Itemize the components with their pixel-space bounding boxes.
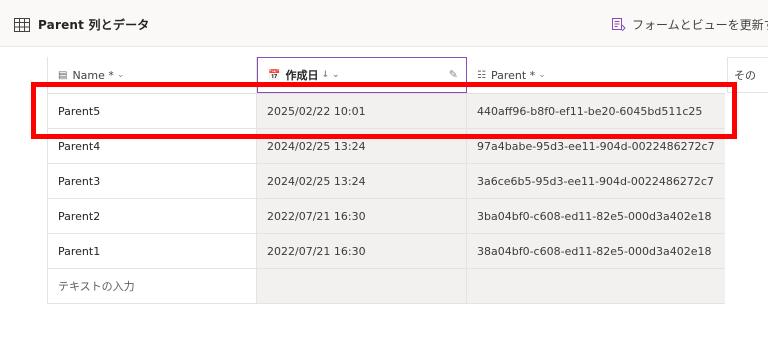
name-cell[interactable]: Parent2 [47, 199, 257, 233]
new-row-parent-cell [467, 269, 725, 303]
column-header-label: Name * [72, 68, 114, 82]
created-cell: 2022/07/21 16:30 [257, 234, 467, 268]
calendar-icon: 📅 [268, 69, 281, 81]
chevron-down-icon: ⌄ [538, 70, 546, 80]
edit-pencil-icon[interactable]: ✎ [449, 68, 458, 81]
table-icon [14, 17, 30, 32]
form-update-icon [612, 18, 626, 31]
name-cell[interactable]: Parent3 [47, 164, 257, 198]
update-forms-views-label: フォームとビューを更新す [632, 18, 768, 32]
parent-cell: 38a04bf0-c608-ed11-82e5-000d3a402e18 [467, 234, 725, 268]
lookup-icon: ☷ [477, 69, 486, 81]
highlight-box [31, 82, 737, 139]
chevron-down-icon: ⌄ [116, 70, 125, 80]
table-row[interactable]: Parent3 2024/02/25 13:24 3a6ce6b5-95d3-e… [47, 164, 725, 199]
parent-cell: 3a6ce6b5-95d3-ee11-904d-0022486272c7 [467, 164, 725, 198]
created-cell: 2022/07/21 16:30 [257, 199, 467, 233]
created-cell: 2024/02/25 13:24 [257, 164, 467, 198]
text-field-icon: ▤ [58, 69, 68, 81]
chevron-down-icon: ⌄ [332, 70, 340, 80]
new-row[interactable]: テキストの入力 [47, 269, 725, 304]
update-forms-views-button[interactable]: フォームとビューを更新す [612, 16, 768, 33]
parent-cell: 3ba04bf0-c608-ed11-82e5-000d3a402e18 [467, 199, 725, 233]
table-title-area: Parent 列とデータ [14, 16, 150, 33]
table-row[interactable]: Parent2 2022/07/21 16:30 3ba04bf0-c608-e… [47, 199, 725, 234]
page-title: Parent 列とデータ [38, 18, 150, 32]
new-row-created-cell [257, 269, 467, 303]
sort-descending-icon: ↓ [321, 70, 329, 80]
column-header-label: 作成日 [285, 69, 319, 82]
new-row-name-input[interactable]: テキストの入力 [47, 269, 257, 303]
column-header-label: Parent * [490, 68, 536, 82]
name-cell[interactable]: Parent1 [47, 234, 257, 268]
top-bar: Parent 列とデータ フォームとビューを更新す [0, 0, 768, 47]
table-row[interactable]: Parent1 2022/07/21 16:30 38a04bf0-c608-e… [47, 234, 725, 269]
